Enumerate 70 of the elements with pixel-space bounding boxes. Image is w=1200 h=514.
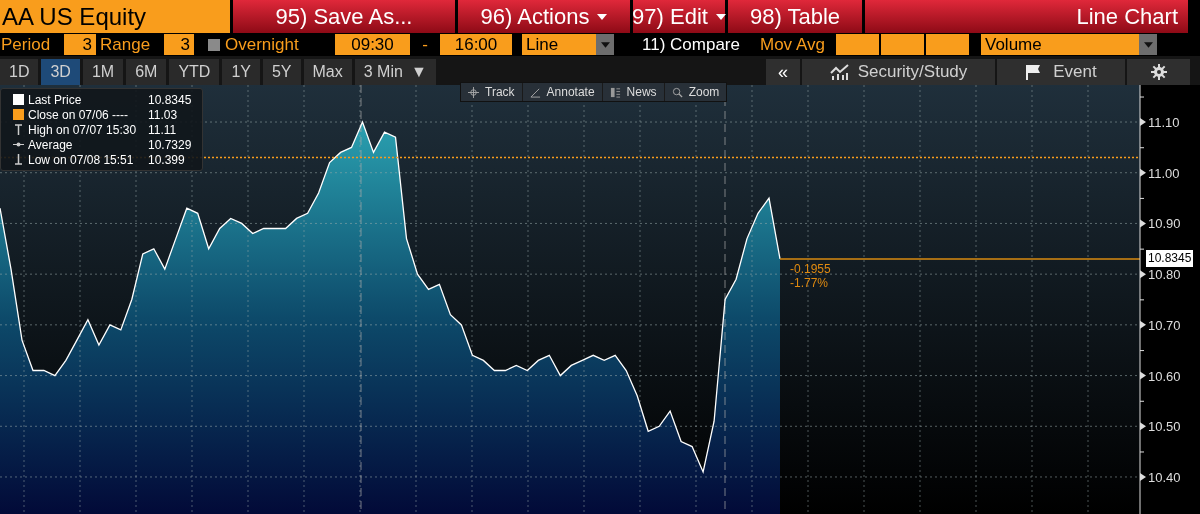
legend-value: 11.11 (148, 121, 177, 139)
axis-label: 10.50 (1148, 419, 1181, 435)
axis-label: 10.60 (1148, 368, 1181, 384)
period-tab[interactable]: 1D (0, 59, 39, 85)
axis-label: 10.70 (1148, 317, 1181, 333)
interval-dropdown[interactable]: 3 Min ▼ (354, 59, 436, 85)
search-icon (671, 86, 683, 98)
input-field[interactable] (926, 34, 969, 55)
security-title: AA US Equity (0, 0, 230, 33)
legend-label: Average (28, 137, 74, 154)
period-tab[interactable]: 5Y (262, 59, 301, 85)
caret-icon: ▼ (410, 60, 427, 84)
period-tab[interactable]: 1Y (222, 59, 260, 85)
field-label: Overnight (225, 33, 300, 56)
legend-value: 10.7329 (148, 136, 192, 154)
input-field[interactable] (836, 34, 879, 55)
axis-label: 10.90 (1148, 216, 1181, 232)
collapse-button[interactable]: « (766, 59, 800, 85)
field-label: Range (99, 33, 152, 56)
field-label: Mov Avg (760, 33, 826, 56)
compare-button[interactable]: 11) Compare (614, 31, 760, 58)
crosshair-icon (468, 86, 479, 98)
change-value: -0.1955 (790, 261, 831, 276)
axis-label: 11.10 (1148, 115, 1180, 130)
chart-icon (829, 64, 850, 80)
menu-button[interactable]: 96) Actions (458, 0, 630, 33)
legend-label: High on 07/07 15:30 (28, 121, 138, 139)
view-title: Line Chart (865, 0, 1188, 33)
legend-value: 10.399 (148, 151, 185, 169)
input-field[interactable]: 3 (164, 34, 194, 55)
period-tab[interactable]: 1M (82, 59, 124, 85)
flag-icon (1025, 64, 1042, 80)
swatch-icon (13, 94, 24, 105)
legend-label: Last Price (28, 91, 83, 109)
axis-label: 10.40 (1148, 470, 1181, 485)
settings-button[interactable] (1127, 59, 1190, 85)
toolbar-button[interactable]: Zoom (663, 83, 727, 101)
checkbox[interactable] (208, 38, 220, 51)
change-percent: -1.77% (790, 275, 829, 290)
legend-value: 11.03 (148, 106, 178, 124)
period-tab[interactable]: 6M (126, 59, 167, 85)
pen-icon (529, 86, 541, 98)
axis-label: 11.00 (1148, 165, 1180, 181)
settings-icon (1150, 64, 1167, 80)
input-field[interactable]: 16:00 (440, 34, 512, 55)
field-label: - (421, 33, 429, 56)
toolbar-button[interactable]: Annotate (521, 83, 602, 101)
swatch-icon (13, 109, 24, 120)
field-label: Period (0, 33, 52, 56)
input-field[interactable] (881, 34, 924, 55)
axis-label: 10.80 (1148, 267, 1181, 283)
legend-value: 10.8345 (148, 91, 192, 109)
menu-button[interactable]: 95) Save As... (233, 0, 455, 33)
news-icon (609, 86, 621, 98)
legend-label: Low on 07/08 15:51 (28, 152, 135, 169)
input-field[interactable]: 09:30 (335, 34, 410, 55)
price-label: 10.8345 (1146, 249, 1194, 267)
period-tab[interactable]: Max (303, 59, 352, 85)
legend-label: Close on 07/06 ---- (28, 106, 130, 124)
high-marker-icon (13, 124, 24, 135)
input-field[interactable]: 3 (64, 34, 96, 55)
period-tab[interactable]: YTD (169, 59, 220, 85)
period-tab[interactable]: 3D (41, 59, 80, 85)
low-marker-icon (13, 154, 24, 165)
event-button[interactable]: Event (997, 59, 1125, 85)
toolbar-button[interactable]: Track (461, 83, 522, 101)
security-study-button[interactable]: Security/Study (802, 59, 995, 85)
menu-button[interactable]: 97) Edit (633, 0, 725, 33)
menu-button[interactable]: 98) Table (728, 0, 862, 33)
toolbar-button[interactable]: News (601, 83, 664, 101)
